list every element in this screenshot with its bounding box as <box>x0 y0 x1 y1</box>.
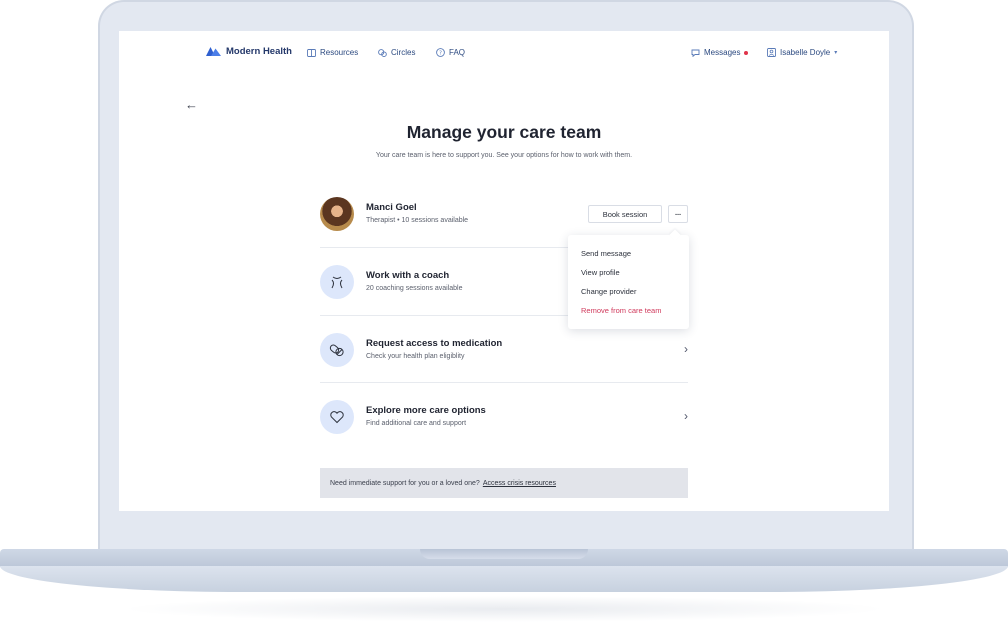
crisis-resources-link[interactable]: Access crisis resources <box>483 480 556 487</box>
chevron-right-icon: › <box>684 342 688 356</box>
option-title: Explore more care options <box>366 405 486 416</box>
more-options-button[interactable]: ··· <box>668 205 688 223</box>
top-nav: Modern Health Resources Circles ? FAQ Me… <box>119 31 889 75</box>
back-arrow-icon[interactable]: ← <box>185 97 198 112</box>
question-circle-icon: ? <box>436 48 445 57</box>
notification-dot <box>744 50 749 55</box>
option-title: Request access to medication <box>366 338 503 349</box>
laptop-notch <box>420 549 588 559</box>
menu-item-send-message[interactable]: Send message <box>581 249 631 258</box>
nav-messages[interactable]: Messages <box>691 48 749 57</box>
caret-down-icon: ▾ <box>834 50 838 56</box>
provider-options-menu: Send message View profile Change provide… <box>568 229 689 329</box>
nav-faq-label: FAQ <box>449 48 466 57</box>
laptop-shadow <box>120 596 888 622</box>
mountain-logo-icon <box>206 47 221 56</box>
chat-bubbles-icon <box>378 48 387 57</box>
nav-circles-label: Circles <box>391 48 416 57</box>
chevron-right-icon: › <box>684 409 688 423</box>
provider-name: Manci Goel <box>366 202 417 213</box>
book-icon <box>307 48 316 57</box>
laptop-base-bottom <box>0 566 1008 592</box>
svg-text:?: ? <box>439 51 442 57</box>
nav-resources[interactable]: Resources <box>307 48 358 57</box>
provider-details: Therapist • 10 sessions available <box>366 217 469 224</box>
option-subtitle: Check your health plan eligiblity <box>366 353 465 360</box>
coach-icon <box>320 265 354 299</box>
menu-item-change-provider[interactable]: Change provider <box>581 287 636 296</box>
user-name: Isabelle Doyle <box>780 48 831 57</box>
crisis-banner: Need immediate support for you or a love… <box>320 468 688 498</box>
nav-messages-label: Messages <box>704 48 741 57</box>
menu-item-remove-provider[interactable]: Remove from care team <box>581 306 661 315</box>
user-menu[interactable]: Isabelle Doyle ▾ <box>767 48 837 57</box>
heart-icon <box>320 400 354 434</box>
option-subtitle: 20 coaching sessions available <box>366 285 463 292</box>
page-subtitle: Your care team is here to support you. S… <box>375 152 633 159</box>
message-icon <box>691 49 700 57</box>
crisis-text: Need immediate support for you or a love… <box>330 479 480 487</box>
page-title: Manage your care team <box>406 122 602 142</box>
app-screen: Modern Health Resources Circles ? FAQ Me… <box>119 31 889 511</box>
brand-name: Modern Health <box>226 46 292 57</box>
menu-item-view-profile[interactable]: View profile <box>581 268 620 277</box>
option-subtitle: Find additional care and support <box>366 420 467 427</box>
provider-avatar <box>320 197 354 231</box>
nav-circles[interactable]: Circles <box>378 48 415 57</box>
nav-faq[interactable]: ? FAQ <box>436 48 465 57</box>
nav-resources-label: Resources <box>320 48 359 57</box>
option-row[interactable]: Explore more care options Find additiona… <box>320 382 688 451</box>
book-session-button[interactable]: Book session <box>588 205 662 223</box>
user-icon <box>767 48 776 57</box>
pill-icon <box>320 333 354 367</box>
option-title: Work with a coach <box>366 270 450 281</box>
brand-logo[interactable]: Modern Health <box>206 46 292 57</box>
